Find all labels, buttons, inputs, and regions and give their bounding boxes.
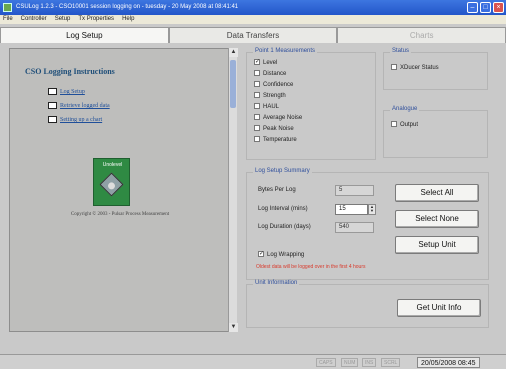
title-bar: CSULog 1.2.3 - CSO10001 session logging … xyxy=(0,0,506,15)
menu-controller[interactable]: Controller xyxy=(21,15,47,24)
menu-file[interactable]: File xyxy=(3,15,13,24)
link-log-setup[interactable]: Log Setup xyxy=(48,88,85,95)
analogue-group: Analogue Output xyxy=(383,106,488,158)
checkbox-icon[interactable] xyxy=(254,70,260,77)
link-label[interactable]: Setting up a chart xyxy=(60,117,102,123)
caps-indicator: CAPS xyxy=(316,358,336,367)
status-group: Status XDucer Status xyxy=(383,48,488,90)
link-label[interactable]: Log Setup xyxy=(60,89,85,95)
analogue-legend: Analogue xyxy=(390,106,420,112)
checkbox-peak-noise[interactable]: Peak Noise xyxy=(254,125,294,133)
checkbox-icon[interactable] xyxy=(254,81,260,88)
link-label[interactable]: Retrieve logged data xyxy=(60,103,110,109)
status-bar: CAPS NUM INS SCRL 20/05/2008 08:45 xyxy=(0,354,506,369)
tab-log-setup[interactable]: Log Setup xyxy=(0,27,169,43)
checkbox-xducer-status[interactable]: XDucer Status xyxy=(391,64,439,72)
datetime-display: 20/05/2008 08:45 xyxy=(417,357,480,368)
window-title: CSULog 1.2.3 - CSO10001 session logging … xyxy=(16,4,239,10)
checkbox-temperature[interactable]: Temperature xyxy=(254,136,297,144)
log-summary-legend: Log Setup Summary xyxy=(253,168,312,174)
checkbox-icon[interactable] xyxy=(391,121,397,128)
checkbox-distance[interactable]: Distance xyxy=(254,70,286,78)
get-unit-info-button[interactable]: Get Unit Info xyxy=(397,299,481,317)
link-setting-up-chart[interactable]: Setting up a chart xyxy=(48,116,102,123)
checkbox-output[interactable]: Output xyxy=(391,121,418,129)
log-duration-field: 540 xyxy=(335,222,374,233)
checkbox-label: XDucer Status xyxy=(400,65,439,71)
tab-charts[interactable]: Charts xyxy=(337,27,506,43)
tab-data-transfers[interactable]: Data Transfers xyxy=(168,27,338,43)
app-icon xyxy=(3,3,12,12)
log-interval-label: Log Interval (mins) xyxy=(258,206,308,212)
tab-bar: Log Setup Data Transfers Charts xyxy=(0,27,506,43)
checkbox-label: Log Wrapping xyxy=(267,252,305,258)
checkbox-icon[interactable] xyxy=(391,64,397,71)
checkbox-label: Output xyxy=(400,122,419,128)
window-controls: – □ × xyxy=(467,2,504,13)
bytes-per-log-label: Bytes Per Log xyxy=(258,187,296,193)
instructions-title: CSO Logging Instructions xyxy=(25,67,115,76)
document-icon xyxy=(48,102,57,109)
checkbox-checked-icon[interactable]: ✓ xyxy=(258,251,264,258)
checkbox-label: Temperature xyxy=(263,137,297,143)
document-icon xyxy=(48,88,57,95)
scroll-up-icon[interactable]: ▲ xyxy=(229,48,238,57)
checkbox-icon[interactable] xyxy=(254,103,260,110)
menu-setup[interactable]: Setup xyxy=(55,15,71,24)
checkbox-label: Strength xyxy=(263,93,286,99)
scroll-thumb[interactable] xyxy=(230,60,236,108)
checkbox-strength[interactable]: Strength xyxy=(254,92,286,100)
close-icon[interactable]: × xyxy=(493,2,504,13)
checkbox-icon[interactable] xyxy=(254,125,260,132)
device-icon xyxy=(99,172,124,197)
log-interval-input[interactable]: 15 xyxy=(335,204,368,215)
product-label: Unolevel xyxy=(102,162,123,168)
checkbox-label: Distance xyxy=(263,71,287,77)
checkbox-label: Level xyxy=(263,60,278,66)
product-image: Unolevel xyxy=(93,158,130,206)
log-duration-label: Log Duration (days) xyxy=(258,224,311,230)
unit-info-group: Unit Information Get Unit Info xyxy=(246,280,489,328)
checkbox-label: Confidence xyxy=(263,82,294,88)
copyright-text: Copyright © 2003 - Pulsar Process Measur… xyxy=(70,212,170,217)
status-legend: Status xyxy=(390,48,412,54)
select-none-button[interactable]: Select None xyxy=(395,210,479,228)
bytes-per-log-field: 5 xyxy=(335,185,374,196)
measurements-legend: Point 1 Measurements xyxy=(253,48,318,54)
checkbox-checked-icon[interactable]: ✓ xyxy=(254,59,260,66)
log-interval-spinner[interactable]: ▲ ▼ xyxy=(368,204,376,215)
menu-bar: File Controller Setup Tx Properties Help xyxy=(0,15,506,24)
checkbox-level[interactable]: ✓ Level xyxy=(254,59,277,67)
checkbox-label: Average Noise xyxy=(263,115,303,121)
checkbox-average-noise[interactable]: Average Noise xyxy=(254,114,302,122)
ins-indicator: INS xyxy=(362,358,377,367)
checkbox-icon[interactable] xyxy=(254,114,260,121)
minimize-icon[interactable]: – xyxy=(467,2,478,13)
link-retrieve-data[interactable]: Retrieve logged data xyxy=(48,102,110,109)
checkbox-log-wrapping[interactable]: ✓ Log Wrapping xyxy=(258,251,304,259)
wrapping-warning: Oldest data will be logged over in the f… xyxy=(256,264,366,270)
checkbox-icon[interactable] xyxy=(254,92,260,99)
menu-tx-properties[interactable]: Tx Properties xyxy=(78,15,114,24)
menu-help[interactable]: Help xyxy=(122,15,134,24)
setup-panel: Point 1 Measurements ✓ Level Distance Con… xyxy=(242,48,497,332)
checkbox-label: HAUL xyxy=(263,104,280,110)
scrl-indicator: SCRL xyxy=(381,358,401,367)
checkbox-label: Peak Noise xyxy=(263,126,294,132)
checkbox-icon[interactable] xyxy=(254,136,260,143)
unit-info-legend: Unit Information xyxy=(253,280,300,286)
num-indicator: NUM xyxy=(341,358,359,367)
setup-unit-button[interactable]: Setup Unit xyxy=(395,236,479,254)
select-all-button[interactable]: Select All xyxy=(395,184,479,202)
maximize-icon[interactable]: □ xyxy=(480,2,491,13)
instructions-scrollbar[interactable]: ▲ ▼ xyxy=(228,48,238,332)
scroll-down-icon[interactable]: ▼ xyxy=(229,323,238,332)
checkbox-haul[interactable]: HAUL xyxy=(254,103,279,111)
checkbox-confidence[interactable]: Confidence xyxy=(254,81,293,89)
document-icon xyxy=(48,116,57,123)
measurements-group: Point 1 Measurements ✓ Level Distance Con… xyxy=(246,48,376,160)
